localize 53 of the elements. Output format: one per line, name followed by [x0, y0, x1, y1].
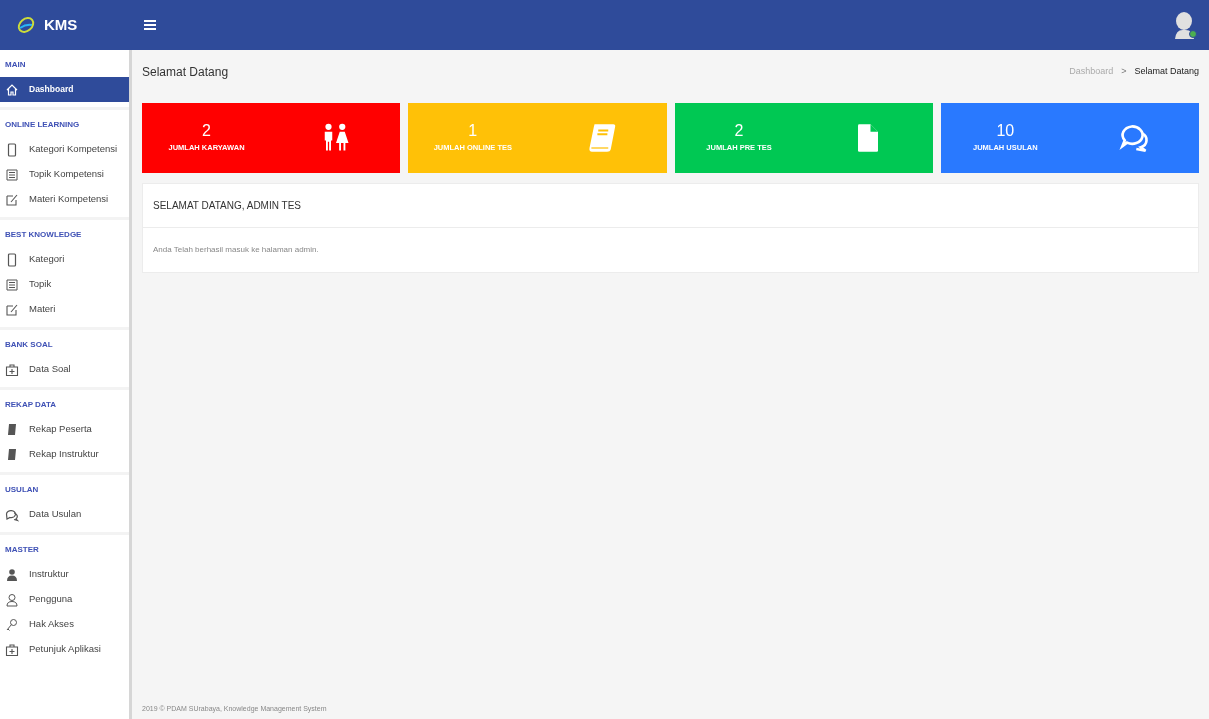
sidebar-item[interactable]: Data Soal	[0, 357, 129, 382]
home-icon	[5, 82, 19, 97]
sidebar-item[interactable]: Materi	[0, 297, 129, 322]
edit-icon	[5, 302, 19, 317]
brand-title: KMS	[44, 14, 78, 35]
stat-value: 2	[202, 122, 211, 141]
breadcrumb-current: Selamat Datang	[1134, 65, 1199, 79]
book-icon	[5, 422, 19, 437]
sidebar-item[interactable]: Dashboard	[0, 77, 129, 102]
user-outline-icon	[5, 592, 19, 607]
sidebar-item[interactable]: Hak Akses	[0, 612, 129, 637]
sidebar-item[interactable]: Instruktur	[0, 562, 129, 587]
sidebar-item[interactable]: Topik	[0, 272, 129, 297]
section-heading: USULAN	[5, 484, 39, 496]
stat-value: 10	[996, 122, 1015, 141]
user-avatar-icon[interactable]	[1173, 11, 1197, 39]
chat-icon	[1119, 123, 1150, 153]
stat-value: 2	[734, 122, 744, 141]
kit-icon	[5, 642, 19, 657]
key-icon	[5, 617, 19, 632]
menu-icon	[144, 20, 156, 30]
section-heading: BEST KNOWLEDGE	[5, 229, 82, 241]
section-heading: MASTER	[5, 544, 39, 556]
sidebar-item[interactable]: Materi Kompetensi	[0, 187, 129, 212]
sidebar-item[interactable]: Rekap Peserta	[0, 417, 129, 442]
user-icon	[5, 567, 19, 582]
logo-icon	[16, 16, 36, 34]
section-heading: BANK SOAL	[5, 339, 53, 351]
sidebar-item[interactable]: Topik Kompetensi	[0, 162, 129, 187]
list-icon	[5, 277, 19, 292]
sidebar-item[interactable]: Data Usulan	[0, 502, 129, 527]
chat-icon	[5, 507, 19, 522]
sidebar-item[interactable]: Rekap Instruktur	[0, 442, 129, 467]
book-icon	[5, 447, 19, 462]
tablet-icon	[5, 142, 19, 157]
page-title: Selamat Datang	[142, 64, 229, 81]
section-heading: ONLINE LEARNING	[5, 119, 80, 131]
panel-title: SELAMAT DATANG, ADMIN TES	[153, 199, 301, 213]
sidebar-item[interactable]: Petunjuk Aplikasi	[0, 637, 129, 662]
section-heading: REKAP DATA	[5, 399, 57, 411]
sidebar-item[interactable]: Kategori Kompetensi	[0, 137, 129, 162]
edit-icon	[5, 192, 19, 207]
breadcrumb-separator: >	[1121, 65, 1127, 79]
panel-text: Anda Telah berhasil masuk ke halaman admin.	[153, 244, 319, 256]
kit-icon	[5, 362, 19, 377]
stat-value: 1	[468, 122, 478, 141]
section-heading: MAIN	[5, 59, 26, 71]
sidebar-item[interactable]: Pengguna	[0, 587, 129, 612]
sidebar-item[interactable]: Kategori	[0, 247, 129, 272]
tablet-icon	[5, 252, 19, 267]
list-icon	[5, 167, 19, 182]
book-icon	[586, 123, 617, 153]
menu-button[interactable]	[144, 20, 156, 30]
